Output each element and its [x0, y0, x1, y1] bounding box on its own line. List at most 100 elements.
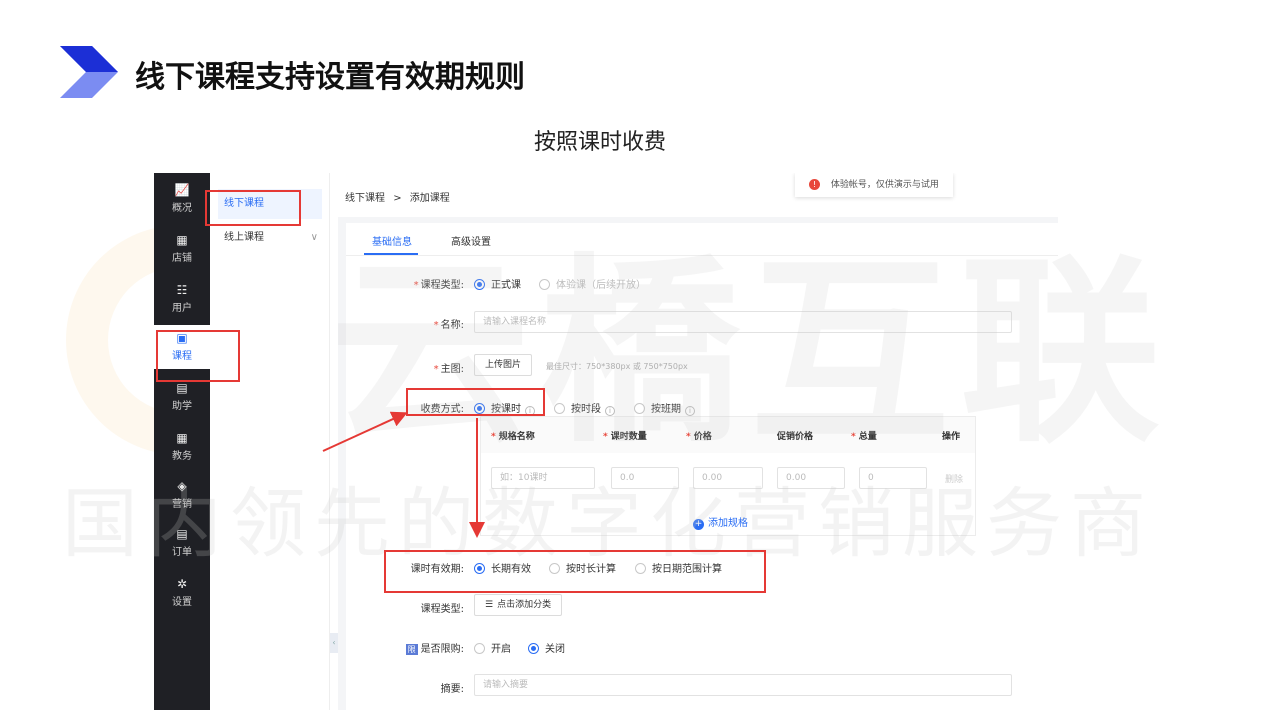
- label-text: 是否限购:: [420, 644, 464, 655]
- name-label: * 名称:: [354, 316, 464, 331]
- nav-item-marketing[interactable]: ◈ 营销: [154, 479, 210, 510]
- users-icon: ☷: [176, 283, 188, 297]
- radio-charge-by-class[interactable]: 按班期 i: [634, 400, 695, 416]
- col-promo-price: 促销价格: [777, 432, 814, 442]
- info-icon[interactable]: i: [605, 406, 615, 416]
- radio-label: 开启: [491, 644, 511, 655]
- radio-limit-off[interactable]: 关闭: [528, 640, 565, 655]
- nav-label: 教务: [172, 451, 192, 462]
- nav-label: 店铺: [172, 253, 192, 264]
- spec-table: * 规格名称 * 课时数量 * 价格 促销价格 * 总量 操作 如：10课时 0.0 0…: [480, 416, 976, 536]
- nav-label: 订单: [172, 547, 192, 558]
- radio-label: 关闭: [545, 644, 565, 655]
- radio-trial-course: 体验课（后续开放）: [539, 276, 646, 291]
- nav-item-study[interactable]: ▤ 助学: [154, 381, 210, 412]
- nav-item-users[interactable]: ☷ 用户: [154, 283, 210, 314]
- slide: 线下课程支持设置有效期规则 按照课时收费 📈 概况 ▦ 店铺 ☷ 用户 ▣ 课程…: [0, 0, 1280, 720]
- breadcrumb-separator: >: [393, 193, 402, 204]
- highlight-validity: [384, 550, 766, 593]
- sidebar-collapse-handle[interactable]: ‹: [330, 633, 338, 653]
- tag-icon: ◈: [177, 479, 187, 493]
- secondary-sidebar: 线下课程 线上课程 ∨: [210, 173, 330, 710]
- radio-circle: [539, 279, 550, 290]
- nav-label: 助学: [172, 401, 192, 412]
- lesson-count-input[interactable]: 0.0: [611, 467, 679, 489]
- radio-charge-by-period[interactable]: 按时段 i: [554, 400, 615, 416]
- label-text: 课程类型:: [420, 280, 464, 291]
- info-icon[interactable]: i: [685, 406, 695, 416]
- list-icon: ☰: [485, 600, 494, 610]
- store-icon: ▦: [176, 233, 188, 247]
- nav-item-settings[interactable]: ✲ 设置: [154, 577, 210, 608]
- radio-circle: [474, 643, 485, 654]
- purchase-limit-label: 限是否限购:: [354, 640, 464, 655]
- brand-chevron-logo: [60, 46, 118, 98]
- tab-divider: [346, 255, 1058, 256]
- nav-item-academic[interactable]: ▦ 教务: [154, 431, 210, 462]
- required-mark: *: [413, 280, 419, 291]
- breadcrumb-current: 添加课程: [409, 193, 450, 204]
- promo-price-input[interactable]: 0.00: [777, 467, 845, 489]
- nav-label: 营销: [172, 499, 192, 510]
- radio-circle: [634, 403, 645, 414]
- document-icon: ▤: [176, 527, 188, 541]
- gear-icon: ✲: [176, 577, 188, 591]
- radio-limit-on[interactable]: 开启: [474, 640, 511, 655]
- col-spec-name: * 规格名称: [491, 432, 535, 442]
- summary-label: 摘要:: [440, 684, 464, 695]
- chart-icon: 📈: [174, 183, 190, 197]
- highlight-offline-course: [205, 190, 301, 226]
- chevron-down-icon: ∨: [310, 232, 318, 243]
- radio-label: 正式课: [491, 280, 521, 291]
- radio-formal-course[interactable]: 正式课: [474, 276, 521, 291]
- subnav-item-online-course[interactable]: 线上课程 ∨: [218, 223, 322, 253]
- radio-circle: [528, 643, 539, 654]
- radio-circle: [554, 403, 565, 414]
- radio-label: 体验课（后续开放）: [556, 280, 646, 291]
- upload-image-button[interactable]: 上传图片: [474, 354, 533, 376]
- add-spec-label: 添加规格: [708, 518, 748, 529]
- highlight-course-nav: [156, 330, 240, 382]
- delete-spec-link[interactable]: 删除: [945, 472, 963, 485]
- required-mark: *: [433, 364, 439, 375]
- slide-title: 线下课程支持设置有效期规则: [135, 60, 525, 95]
- nav-item-overview[interactable]: 📈 概况: [154, 183, 210, 214]
- main-content: 线下课程 > 添加课程 ! 体验帐号，仅供演示与试用 基础信息 高级设置 * 课程…: [338, 173, 1058, 710]
- col-action: 操作: [942, 432, 961, 442]
- tab-basic-info[interactable]: 基础信息: [372, 233, 412, 248]
- cover-size-hint: 最佳尺寸：750*380px 或 750*750px: [546, 362, 688, 371]
- spec-name-input[interactable]: 如：10课时: [491, 467, 595, 489]
- highlight-charge-method: [406, 388, 545, 416]
- course-type-label: * 课程类型:: [354, 276, 464, 291]
- demo-account-notice: ! 体验帐号，仅供演示与试用: [795, 173, 953, 197]
- summary-input[interactable]: 请输入摘要: [474, 674, 1012, 696]
- price-input[interactable]: 0.00: [693, 467, 763, 489]
- col-price: * 价格: [686, 432, 712, 442]
- nav-item-orders[interactable]: ▤ 订单: [154, 527, 210, 558]
- col-lesson-count: * 课时数量: [603, 432, 647, 442]
- spec-table-header: * 规格名称 * 课时数量 * 价格 促销价格 * 总量 操作: [481, 417, 975, 453]
- tab-advanced-settings[interactable]: 高级设置: [451, 233, 491, 248]
- app-screenshot: 📈 概况 ▦ 店铺 ☷ 用户 ▣ 课程 ▤ 助学 ▦ 教务 ◈ 营销 ▤ 订单 …: [154, 173, 1058, 710]
- required-mark: *: [433, 320, 439, 331]
- subnav-label: 线上课程: [224, 232, 264, 243]
- course-name-input[interactable]: 请输入课程名称: [474, 311, 1012, 333]
- form-card: 基础信息 高级设置 * 课程类型: 正式课 体验课（后续开放） * 名称: 请输…: [346, 223, 1058, 710]
- radio-circle: [474, 279, 485, 290]
- calendar-icon: ▦: [176, 431, 188, 445]
- notice-text: 体验帐号，仅供演示与试用: [830, 180, 939, 190]
- primary-sidebar: 📈 概况 ▦ 店铺 ☷ 用户 ▣ 课程 ▤ 助学 ▦ 教务 ◈ 营销 ▤ 订单 …: [154, 173, 210, 710]
- total-input[interactable]: 0: [859, 467, 927, 489]
- radio-label: 按班期: [651, 404, 681, 415]
- add-category-button[interactable]: ☰ 点击添加分类: [474, 594, 563, 616]
- plus-circle-icon: +: [693, 519, 704, 530]
- radio-label: 按时段: [571, 404, 601, 415]
- nav-item-store[interactable]: ▦ 店铺: [154, 233, 210, 264]
- button-label: 点击添加分类: [497, 600, 552, 610]
- breadcrumb-parent[interactable]: 线下课程: [345, 193, 385, 204]
- alert-icon: !: [809, 179, 820, 190]
- label-text: 主图:: [440, 364, 464, 375]
- add-spec-button[interactable]: + 添加规格: [693, 514, 748, 530]
- limit-badge-icon: 限: [405, 644, 418, 655]
- nav-label: 用户: [172, 303, 192, 314]
